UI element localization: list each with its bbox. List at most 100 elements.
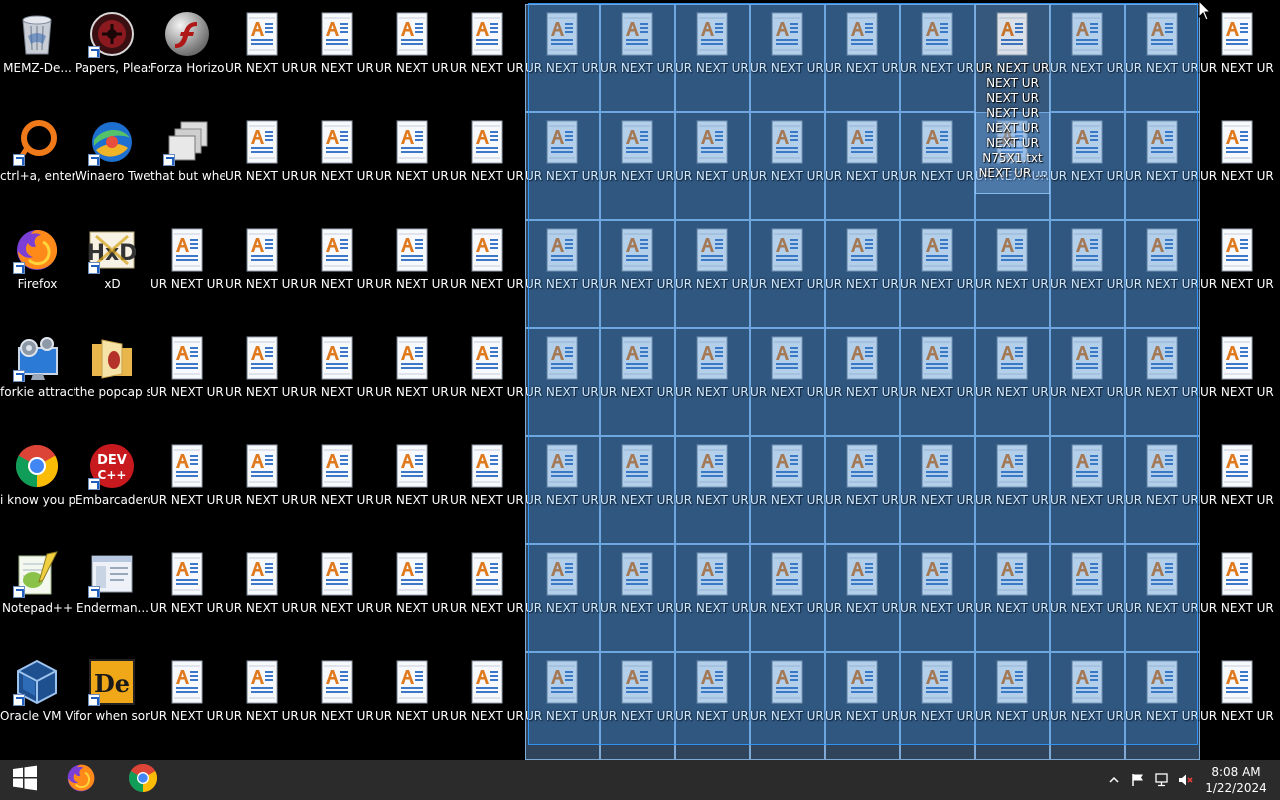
desktop-file-icon[interactable]: UR NEXT UR NEXT UR ... (525, 112, 600, 220)
desktop-file-icon[interactable]: UR NEXT UR NEXT UR ... (1125, 4, 1200, 112)
desktop-file-icon[interactable]: UR NEXT UR NEXT UR ... (525, 220, 600, 328)
desktop-file-icon[interactable]: UR NEXT UR NEXT UR ... (1050, 544, 1125, 652)
desktop-file-icon[interactable]: UR NEXT UR NEXT UR ... (825, 544, 900, 652)
desktop-file-icon[interactable]: UR NEXT UR NEXT UR ... (300, 436, 375, 544)
desktop-file-icon[interactable]: UR NEXT UR NEXT UR ... (375, 436, 450, 544)
desktop-file-icon[interactable]: UR NEXT UR NEXT UR ... (600, 436, 675, 544)
desktop-file-icon[interactable]: UR NEXT UR NEXT UR ... (900, 652, 975, 760)
desktop-file-icon[interactable]: UR NEXT UR NEXT UR ... (1125, 220, 1200, 328)
taskbar-firefox-button[interactable] (56, 760, 106, 800)
desktop-file-icon[interactable]: UR NEXT UR NEXT UR ... (300, 220, 375, 328)
desktop-icon[interactable]: the popcap shit (75, 328, 150, 436)
desktop-file-icon[interactable]: UR NEXT UR NEXT UR ... (600, 4, 675, 112)
desktop-file-icon[interactable]: UR NEXT UR NEXT UR ... (1125, 544, 1200, 652)
desktop-file-icon[interactable]: UR NEXT UR NEXT UR ... (600, 652, 675, 760)
desktop-file-icon[interactable]: UR NEXT UR NEXT UR ... (975, 652, 1050, 760)
desktop-icon[interactable]: Winaero Tweaker (75, 112, 150, 220)
desktop-file-icon[interactable]: UR NEXT UR NEXT UR ... (225, 112, 300, 220)
desktop-file-icon[interactable]: UR NEXT UR NEXT UR ... (225, 436, 300, 544)
desktop-file-icon[interactable]: UR NEXT UR NEXT UR ... (1125, 112, 1200, 220)
desktop-file-icon[interactable]: UR NEXT UR NEXT UR ... (1125, 436, 1200, 544)
desktop-file-icon[interactable]: UR NEXT UR NEXT UR ... (525, 328, 600, 436)
desktop-file-icon[interactable]: UR NEXT UR NEXT UR ... (975, 328, 1050, 436)
desktop-file-icon[interactable]: UR NEXT UR NEXT UR ... (450, 328, 525, 436)
desktop-file-icon[interactable]: UR NEXT UR NEXT UR ... (825, 220, 900, 328)
desktop-file-icon[interactable]: UR NEXT UR NEXT UR ... (750, 436, 825, 544)
desktop-file-icon[interactable]: UR NEXT UR NEXT UR ... (750, 112, 825, 220)
desktop-icon[interactable]: Firefox (0, 220, 75, 328)
desktop-file-icon[interactable]: UR NEXT UR NEXT UR ... (975, 544, 1050, 652)
desktop-file-icon[interactable]: UR NEXT UR NEXT UR ... (900, 4, 975, 112)
desktop-icon[interactable]: that but when its c# (150, 112, 225, 220)
desktop-icon[interactable]: Enderman... (75, 544, 150, 652)
desktop-file-icon[interactable]: UR NEXT UR NEXT UR ... (150, 544, 225, 652)
desktop-file-icon[interactable]: UR NEXT UR NEXT UR ... (300, 112, 375, 220)
desktop-file-icon[interactable]: UR NEXT UR NEXT UR ... (225, 4, 300, 112)
flag-icon[interactable] (1128, 760, 1148, 800)
desktop-file-icon[interactable]: UR NEXT UR NEXT UR ... (300, 652, 375, 760)
desktop-file-icon[interactable]: UR NEXT UR NEXT UR ... (150, 652, 225, 760)
volume-muted-icon[interactable] (1176, 760, 1196, 800)
desktop-file-icon[interactable]: UR NEXT UR NEXT UR ... (900, 328, 975, 436)
desktop-icon[interactable]: forkie attractant (0, 328, 75, 436)
desktop-file-icon[interactable]: UR NEXT UR NEXT UR ... (750, 220, 825, 328)
desktop-file-icon[interactable]: UR NEXT UR NEXT UR NEXT UR NEXT UR NEXT … (975, 4, 1050, 194)
desktop-file-icon[interactable]: UR NEXT UR NEXT UR ... (225, 328, 300, 436)
desktop-file-icon[interactable]: UR NEXT UR NEXT UR ... (375, 112, 450, 220)
desktop-file-icon[interactable]: UR NEXT UR NEXT UR ... (1125, 652, 1200, 760)
desktop-file-icon[interactable]: UR NEXT UR NEXT UR ... (375, 652, 450, 760)
desktop-file-icon[interactable]: UR NEXT UR NEXT UR ... (225, 652, 300, 760)
desktop-file-icon[interactable]: UR NEXT UR NEXT UR ... (1050, 328, 1125, 436)
desktop-file-icon[interactable]: UR NEXT UR NEXT UR ... (675, 112, 750, 220)
desktop-file-icon[interactable]: UR NEXT UR NEXT UR ... (150, 220, 225, 328)
chevron-up-icon[interactable] (1104, 760, 1124, 800)
desktop-file-icon[interactable]: UR NEXT UR NEXT UR ... (600, 328, 675, 436)
desktop-icon[interactable]: DEVC++ Embarcadero Dev-C++ (75, 436, 150, 544)
desktop-icon[interactable]: HxD xD (75, 220, 150, 328)
desktop-file-icon[interactable]: UR NEXT UR NEXT UR ... (825, 652, 900, 760)
desktop-file-icon[interactable]: UR NEXT UR NEXT UR ... (900, 436, 975, 544)
desktop-file-icon[interactable]: UR NEXT UR NEXT UR ... (750, 652, 825, 760)
desktop-file-icon[interactable]: UR NEXT UR NEXT UR ... (375, 544, 450, 652)
desktop-file-icon[interactable]: UR NEXT UR NEXT UR ... (750, 328, 825, 436)
desktop[interactable]: MEMZ-De...Papers, PleaseForza Horizon 5.… (0, 0, 1280, 760)
desktop-file-icon[interactable]: UR NEXT UR NEXT UR ... (525, 652, 600, 760)
system-clock[interactable]: 8:08 AM 1/22/2024 (1196, 760, 1276, 800)
desktop-file-icon[interactable]: UR NEXT UR NEXT UR ... (300, 4, 375, 112)
desktop-file-icon[interactable]: UR NEXT UR NEXT UR ... (1050, 220, 1125, 328)
desktop-file-icon[interactable]: UR NEXT UR NEXT UR ... (450, 220, 525, 328)
desktop-file-icon[interactable]: UR NEXT UR NEXT UR ... (525, 544, 600, 652)
desktop-file-icon[interactable]: UR NEXT UR NEXT UR ... (225, 220, 300, 328)
desktop-file-icon[interactable]: UR NEXT UR NEXT UR ... (450, 436, 525, 544)
desktop-file-icon[interactable]: UR NEXT UR NEXT UR ... (375, 328, 450, 436)
desktop-file-icon[interactable]: UR NEXT UR NEXT UR ... (975, 220, 1050, 328)
desktop-file-icon[interactable]: UR NEXT UR NEXT UR ... (675, 220, 750, 328)
desktop-file-icon[interactable]: UR NEXT UR NEXT UR ... (450, 4, 525, 112)
desktop-file-icon[interactable]: UR NEXT UR NEXT UR ... (675, 652, 750, 760)
desktop-icon[interactable]: Notepad++ (0, 544, 75, 652)
desktop-file-icon[interactable]: UR NEXT UR NEXT UR ... (975, 436, 1050, 544)
desktop-icon[interactable]: MEMZ-De... (0, 4, 75, 112)
desktop-file-icon[interactable]: UR NEXT UR NEXT UR ... (675, 544, 750, 652)
desktop-file-icon[interactable]: UR NEXT UR NEXT UR ... (1125, 328, 1200, 436)
desktop-file-icon[interactable]: UR NEXT UR NEXT UR ... (900, 544, 975, 652)
desktop-file-icon[interactable]: UR NEXT UR NEXT UR ... (825, 112, 900, 220)
taskbar-chrome-button[interactable] (118, 760, 168, 800)
desktop-file-icon[interactable]: UR NEXT UR NEXT UR ... (525, 4, 600, 112)
desktop-file-icon[interactable]: UR NEXT UR NEXT UR ... (1200, 328, 1275, 436)
desktop-file-icon[interactable]: UR NEXT UR NEXT UR ... (675, 328, 750, 436)
desktop-file-icon[interactable]: UR NEXT UR NEXT UR ... (300, 328, 375, 436)
desktop-file-icon[interactable]: UR NEXT UR NEXT UR ... (450, 112, 525, 220)
desktop-file-icon[interactable]: UR NEXT UR NEXT UR ... (525, 436, 600, 544)
desktop-file-icon[interactable]: UR NEXT UR NEXT UR ... (600, 112, 675, 220)
desktop-file-icon[interactable]: UR NEXT UR NEXT UR ... (600, 544, 675, 652)
desktop-file-icon[interactable]: UR NEXT UR NEXT UR ... (825, 328, 900, 436)
desktop-icon[interactable]: De for when some russi... (75, 652, 150, 760)
desktop-icon[interactable]: i know you people we... (0, 436, 75, 544)
desktop-icon[interactable]: Papers, Please (75, 4, 150, 112)
desktop-file-icon[interactable]: UR NEXT UR NEXT UR ... (900, 112, 975, 220)
desktop-file-icon[interactable]: UR NEXT UR NEXT UR ... (1050, 436, 1125, 544)
start-button[interactable] (0, 760, 50, 800)
desktop-file-icon[interactable]: UR NEXT UR NEXT UR ... (750, 544, 825, 652)
desktop-file-icon[interactable]: UR NEXT UR NEXT UR ... (1050, 652, 1125, 760)
